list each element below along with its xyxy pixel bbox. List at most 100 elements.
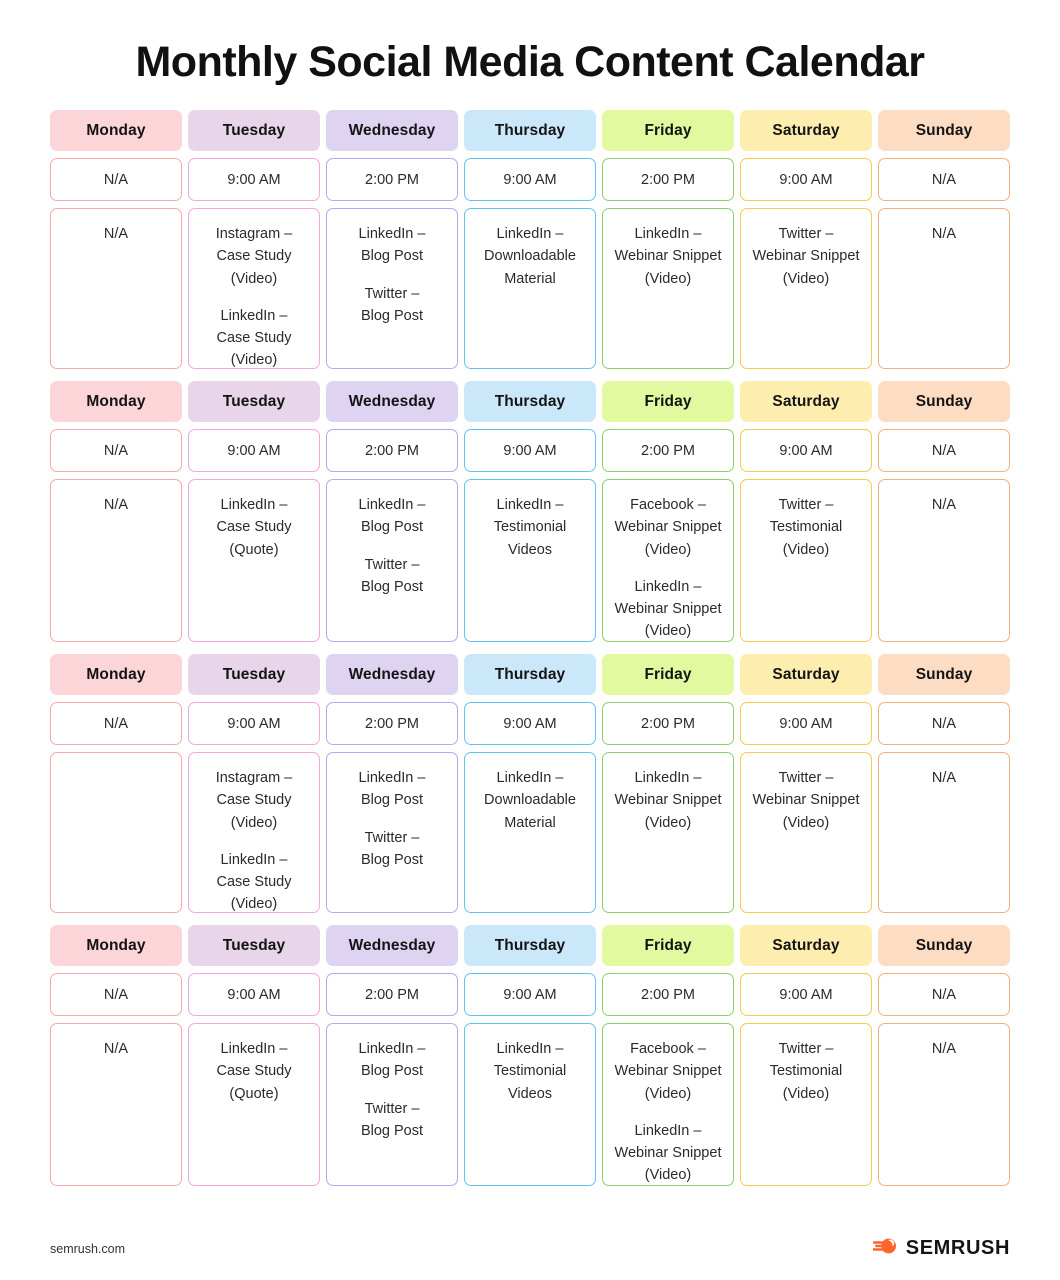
day-header-monday: Monday [50, 381, 182, 423]
post-time-cell[interactable]: 2:00 PM [326, 702, 458, 746]
footer: semrush.com SEMRUSH [50, 1235, 1010, 1262]
post-content-cell[interactable]: Twitter – Webinar Snippet (Video) [740, 752, 872, 914]
post-time-cell[interactable]: 2:00 PM [326, 158, 458, 202]
post-time-cell[interactable]: N/A [50, 973, 182, 1017]
post-content-cell[interactable]: LinkedIn – Case Study (Quote) [188, 1023, 320, 1187]
post-time-cell[interactable]: N/A [878, 702, 1010, 746]
post-time-cell[interactable]: 9:00 AM [464, 702, 596, 746]
day-column: Saturday 9:00 AM Twitter – Webinar Snippet(… [740, 110, 872, 370]
post-entry: N/A [931, 226, 957, 243]
post-time-cell[interactable]: N/A [50, 702, 182, 746]
post-content-cell[interactable]: Facebook – Webinar Snippet (Video) LinkedIn… [602, 1023, 734, 1187]
week-spacer [50, 369, 1010, 381]
week-spacer [50, 642, 1010, 654]
post-entry: Instagram – Case Study (Video) [215, 226, 293, 287]
post-content-cell[interactable]: N/A [50, 1023, 182, 1187]
semrush-logo: SEMRUSH [872, 1235, 1010, 1262]
post-entry: N/A [931, 1041, 957, 1058]
post-content-cell[interactable]: LinkedIn – Blog Post Twitter – Blog Post [326, 1023, 458, 1187]
post-time-cell[interactable]: N/A [878, 429, 1010, 473]
day-column: Sunday N/A N/A [878, 381, 1010, 643]
day-header-sunday: Sunday [878, 925, 1010, 967]
post-entry: N/A [103, 497, 129, 514]
day-header-friday: Friday [602, 654, 734, 696]
day-column: Wednesday 2:00 PM LinkedIn – Blog Post Twitt… [326, 654, 458, 914]
post-time-cell[interactable]: 9:00 AM [188, 973, 320, 1017]
post-content-cell[interactable]: LinkedIn – Blog Post Twitter – Blog Post [326, 208, 458, 370]
post-entry: LinkedIn – Webinar Snippet (Video) [614, 226, 722, 287]
post-content-cell[interactable]: Twitter – Webinar Snippet (Video) [740, 208, 872, 370]
day-column: Friday 2:00 PM LinkedIn – Webinar Snippet (V… [602, 654, 734, 914]
post-content-cell[interactable]: LinkedIn – Downloadable Material [464, 208, 596, 370]
day-header-tuesday: Tuesday [188, 381, 320, 423]
post-time-cell[interactable]: 9:00 AM [740, 158, 872, 202]
post-time-cell[interactable]: 9:00 AM [188, 429, 320, 473]
post-time-cell[interactable]: 2:00 PM [602, 158, 734, 202]
post-entry: LinkedIn – Blog Post [358, 226, 426, 265]
day-column: Thursday 9:00 AM LinkedIn – Testimonial Vide… [464, 925, 596, 1187]
post-content-cell[interactable]: N/A [878, 752, 1010, 914]
post-content-cell[interactable]: N/A [878, 208, 1010, 370]
day-column: Monday N/A N/A [50, 110, 182, 370]
post-entry: LinkedIn – Webinar Snippet (Video) [614, 770, 722, 831]
post-content-cell[interactable]: LinkedIn – Blog Post Twitter – Blog Post [326, 479, 458, 643]
post-content-cell[interactable]: Instagram – Case Study (Video) LinkedIn – Ca… [188, 752, 320, 914]
post-time-cell[interactable]: 9:00 AM [464, 429, 596, 473]
day-column: Tuesday 9:00 AM LinkedIn – Case Study (Quote… [188, 381, 320, 643]
day-column: Monday N/A [50, 654, 182, 914]
post-content-cell[interactable]: Twitter – Testimonial (Video) [740, 479, 872, 643]
day-column: Sunday N/A N/A [878, 110, 1010, 370]
post-content-cell[interactable]: LinkedIn – Blog Post Twitter – Blog Post [326, 752, 458, 914]
post-content-cell[interactable]: Facebook – Webinar Snippet (Video) LinkedIn… [602, 479, 734, 643]
post-content-cell[interactable]: LinkedIn – Case Study (Quote) [188, 479, 320, 643]
post-entry: Twitter – Blog Post [360, 829, 424, 868]
post-time-cell[interactable]: 2:00 PM [326, 973, 458, 1017]
post-time-cell[interactable]: 9:00 AM [188, 702, 320, 746]
post-content-cell[interactable]: N/A [878, 1023, 1010, 1187]
post-entry: LinkedIn – Blog Post [358, 770, 426, 809]
post-content-cell[interactable]: N/A [878, 479, 1010, 643]
post-entry: LinkedIn – Downloadable Material [484, 770, 576, 831]
post-time-cell[interactable]: N/A [878, 158, 1010, 202]
post-time-cell[interactable]: 9:00 AM [188, 158, 320, 202]
post-time-cell[interactable]: 9:00 AM [464, 973, 596, 1017]
day-column: Monday N/A N/A [50, 925, 182, 1187]
day-header-wednesday: Wednesday [326, 381, 458, 423]
post-time-cell[interactable]: N/A [878, 973, 1010, 1017]
day-column: Monday N/A N/A [50, 381, 182, 643]
post-time-cell[interactable]: 2:00 PM [602, 973, 734, 1017]
post-content-cell[interactable]: N/A [50, 479, 182, 643]
day-column: Wednesday 2:00 PM LinkedIn – Blog Post Twitt… [326, 925, 458, 1187]
post-entry: LinkedIn – Blog Post [358, 1041, 426, 1080]
post-content-cell[interactable]: LinkedIn – Webinar Snippet (Video) [602, 208, 734, 370]
day-header-thursday: Thursday [464, 925, 596, 967]
day-header-friday: Friday [602, 110, 734, 152]
post-entry: LinkedIn – Blog Post [358, 497, 426, 536]
post-time-cell[interactable]: 9:00 AM [464, 158, 596, 202]
day-header-wednesday: Wednesday [326, 110, 458, 152]
post-content-cell[interactable]: LinkedIn – Testimonial Videos [464, 479, 596, 643]
post-time-cell[interactable]: 9:00 AM [740, 702, 872, 746]
post-time-cell[interactable]: N/A [50, 158, 182, 202]
content-calendar-page: Monthly Social Media Content Calendar Mo… [0, 0, 1060, 1280]
post-content-cell[interactable]: LinkedIn – Webinar Snippet (Video) [602, 752, 734, 914]
post-content-cell[interactable]: LinkedIn – Testimonial Videos [464, 1023, 596, 1187]
post-time-cell[interactable]: 2:00 PM [602, 702, 734, 746]
post-content-cell[interactable]: N/A [50, 208, 182, 370]
day-column: Saturday 9:00 AM Twitter – Testimonial (Vide… [740, 381, 872, 643]
post-time-cell[interactable]: 9:00 AM [740, 429, 872, 473]
post-time-cell[interactable]: 9:00 AM [740, 973, 872, 1017]
post-content-cell[interactable] [50, 752, 182, 914]
post-content-cell[interactable]: LinkedIn – Downloadable Material [464, 752, 596, 914]
post-time-cell[interactable]: N/A [50, 429, 182, 473]
post-time-cell[interactable]: 2:00 PM [602, 429, 734, 473]
week-spacer [50, 913, 1010, 925]
day-column: Tuesday 9:00 AM Instagram – Case Study (Vide… [188, 654, 320, 914]
post-content-cell[interactable]: Twitter – Testimonial (Video) [740, 1023, 872, 1187]
post-entry: N/A [931, 497, 957, 514]
post-content-cell[interactable]: Instagram – Case Study (Video) LinkedIn – Ca… [188, 208, 320, 370]
post-time-cell[interactable]: 2:00 PM [326, 429, 458, 473]
day-header-monday: Monday [50, 654, 182, 696]
day-column: Saturday 9:00 AM Twitter – Testimonial (Vide… [740, 925, 872, 1187]
day-header-friday: Friday [602, 925, 734, 967]
